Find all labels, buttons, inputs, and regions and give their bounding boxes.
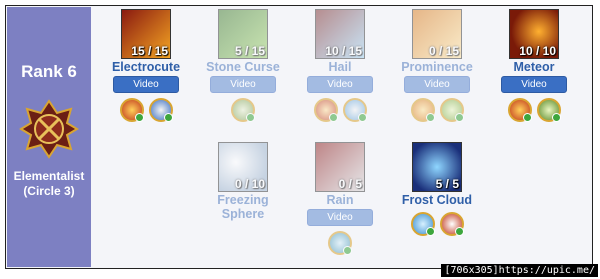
status-dot-icon	[343, 246, 352, 255]
class-sidebar: Rank 6 Elementalist (Circle 3)	[7, 7, 91, 267]
skill-name: Meteor	[513, 60, 555, 74]
skill-name-line1: Freezing	[217, 193, 269, 207]
stone-curse-icon[interactable]: 5 / 15	[218, 9, 268, 59]
skill-name: Frost Cloud	[401, 193, 473, 207]
skill-count: 0 / 10	[234, 177, 265, 191]
skill-name-line2: Sphere	[221, 207, 265, 221]
related-skill-icon[interactable]	[148, 98, 173, 122]
related-skills	[295, 98, 385, 122]
status-dot-icon	[425, 113, 435, 122]
status-dot-icon	[328, 113, 338, 122]
video-button[interactable]: Video	[307, 209, 373, 226]
elementalist-emblem-icon	[19, 99, 79, 159]
skill-count: 10 / 15	[325, 44, 362, 58]
meteor-icon[interactable]: 10 / 10	[509, 9, 559, 59]
skill-count: 0 / 5	[338, 177, 362, 191]
skill-rain: 0 / 5 Rain Video	[295, 142, 385, 255]
related-skills	[489, 98, 579, 122]
skill-prominence: 0 / 15 Prominence Video	[392, 9, 482, 122]
related-skill-icon[interactable]	[231, 98, 255, 122]
video-button[interactable]: Video	[307, 76, 373, 93]
related-skill-icon[interactable]	[342, 98, 367, 122]
skill-name: Freezing Sphere	[198, 193, 288, 221]
status-dot-icon	[522, 113, 532, 122]
skill-count: 15 / 15	[131, 44, 168, 58]
related-skill-icon[interactable]	[536, 98, 561, 122]
status-dot-icon	[134, 113, 144, 122]
skill-name: Electrocute	[111, 60, 181, 74]
skill-freezing-sphere: 0 / 10 Freezing Sphere	[198, 142, 288, 221]
skill-name: Stone Curse	[206, 60, 280, 74]
status-dot-icon	[357, 113, 367, 122]
skill-name: Prominence	[401, 60, 473, 74]
frost-cloud-icon[interactable]: 5 / 5	[412, 142, 462, 192]
electrocute-icon[interactable]: 15 / 15	[121, 9, 171, 59]
status-dot-icon	[425, 227, 435, 236]
status-dot-icon	[246, 113, 255, 122]
related-skills	[392, 98, 482, 122]
status-dot-icon	[551, 113, 561, 122]
related-skill-icon[interactable]	[119, 98, 144, 122]
freezing-sphere-icon[interactable]: 0 / 10	[218, 142, 268, 192]
watermark: [706x305]https://upic.me/	[441, 264, 598, 277]
video-button[interactable]: Video	[113, 76, 179, 93]
related-skills	[198, 98, 288, 122]
status-dot-icon	[454, 113, 464, 122]
related-skills	[101, 98, 191, 122]
class-circle: (Circle 3)	[23, 184, 75, 198]
skill-count: 5 / 5	[435, 177, 459, 191]
skill-name: Rain	[326, 193, 354, 207]
hail-icon[interactable]: 10 / 15	[315, 9, 365, 59]
skill-stone-curse: 5 / 15 Stone Curse Video	[198, 9, 288, 122]
class-name: Elementalist (Circle 3)	[7, 169, 91, 199]
related-skills	[295, 231, 385, 255]
rank-label: Rank 6	[21, 62, 77, 81]
skill-panel: Rank 6 Elementalist (Circle 3) 15 / 15 E…	[5, 5, 593, 269]
rain-icon[interactable]: 0 / 5	[315, 142, 365, 192]
skill-hail: 10 / 15 Hail Video	[295, 9, 385, 122]
related-skill-icon[interactable]	[439, 98, 464, 122]
related-skill-icon[interactable]	[507, 98, 532, 122]
skill-frost-cloud: 5 / 5 Frost Cloud	[392, 142, 482, 236]
related-skill-icon[interactable]	[410, 98, 435, 122]
related-skill-icon[interactable]	[328, 231, 352, 255]
skill-count: 10 / 10	[519, 44, 556, 58]
video-button[interactable]: Video	[404, 76, 470, 93]
status-dot-icon	[163, 113, 173, 122]
skill-grid: 15 / 15 Electrocute Video 5 / 15 Stone C…	[93, 7, 591, 267]
related-skill-icon[interactable]	[410, 212, 435, 236]
class-title: Elementalist	[13, 169, 85, 183]
skill-electrocute: 15 / 15 Electrocute Video	[101, 9, 191, 122]
skill-meteor: 10 / 10 Meteor Video	[489, 9, 579, 122]
skill-name: Hail	[328, 60, 352, 74]
prominence-icon[interactable]: 0 / 15	[412, 9, 462, 59]
status-dot-icon	[454, 227, 464, 236]
related-skills	[392, 212, 482, 236]
video-button[interactable]: Video	[501, 76, 567, 93]
skill-count: 5 / 15	[234, 44, 265, 58]
skill-count: 0 / 15	[428, 44, 459, 58]
related-skill-icon[interactable]	[313, 98, 338, 122]
video-button[interactable]: Video	[210, 76, 276, 93]
related-skill-icon[interactable]	[439, 212, 464, 236]
